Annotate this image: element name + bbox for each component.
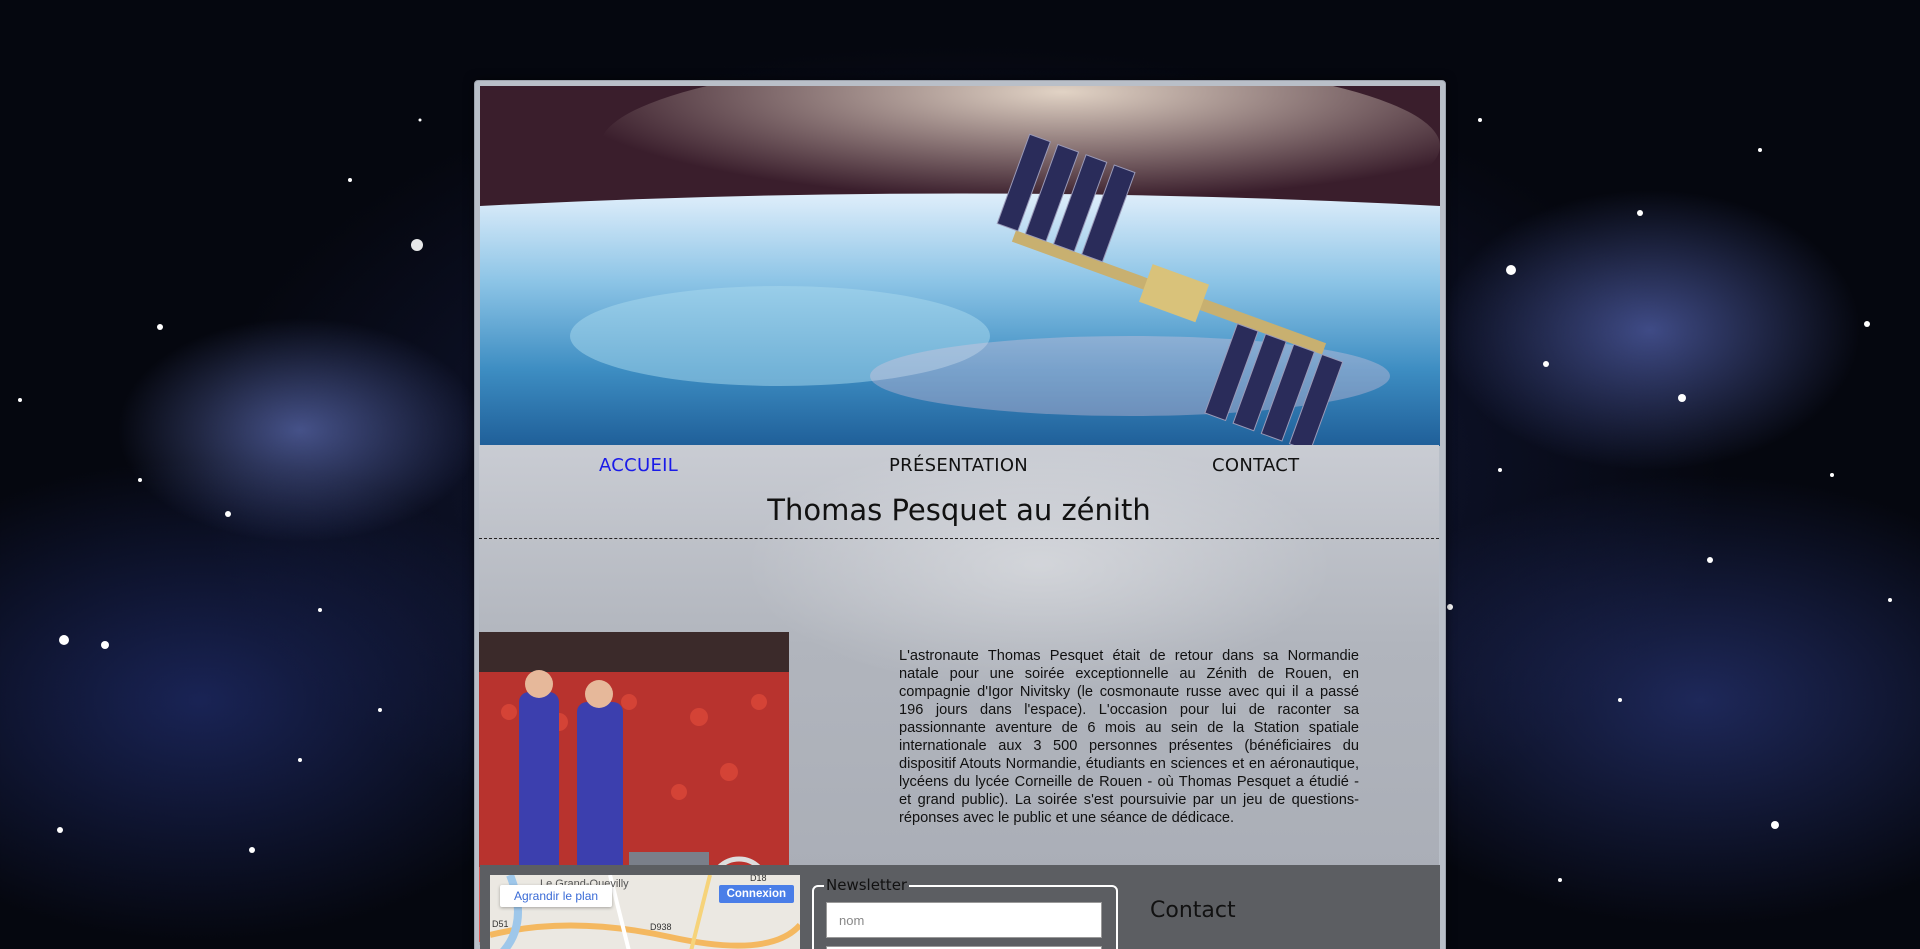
nav-contact[interactable]: CONTACT: [1212, 455, 1299, 476]
nav-accueil[interactable]: ACCUEIL: [599, 455, 678, 476]
enlarge-map-link[interactable]: Agrandir le plan: [500, 885, 613, 907]
map-road-label: D18: [750, 875, 767, 883]
site-content-layer: ACCUEIL PRÉSENTATION CONTACT Thomas Pesq…: [474, 80, 1444, 949]
newsletter-name-input[interactable]: [826, 902, 1102, 938]
map-connect-button[interactable]: Connexion: [718, 885, 794, 903]
google-map[interactable]: Le Grand-Quevilly D18 D938 D51 Agrandir …: [490, 875, 800, 949]
newsletter-fieldset: Newsletter: [812, 876, 1118, 949]
newsletter-legend: Newsletter: [824, 876, 910, 894]
map-road-label: D51: [492, 919, 509, 929]
nav-presentation[interactable]: PRÉSENTATION: [889, 455, 1028, 476]
footer-contact-title: Contact: [1150, 898, 1236, 923]
main-nav: ACCUEIL PRÉSENTATION CONTACT: [479, 445, 1439, 485]
title-divider: [479, 538, 1439, 539]
article-text: L'astronaute Thomas Pesquet était de ret…: [899, 648, 1359, 826]
map-road-label: D938: [650, 922, 672, 932]
page-title: Thomas Pesquet au zénith: [767, 493, 1151, 527]
